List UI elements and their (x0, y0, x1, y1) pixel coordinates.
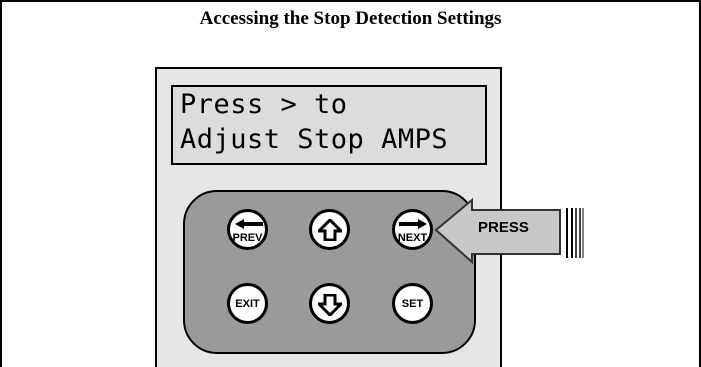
lcd-line-2: Adjust Stop AMPS (180, 124, 449, 155)
set-button[interactable]: SET (392, 283, 433, 324)
up-button[interactable] (309, 209, 350, 250)
right-arrow-icon (399, 219, 427, 229)
left-arrow-icon (235, 219, 263, 229)
prev-button[interactable]: PREV (227, 209, 268, 250)
prev-button-label: PREV (232, 232, 263, 244)
next-button-label: NEXT (397, 232, 428, 244)
next-button[interactable]: NEXT (392, 209, 433, 250)
exit-button[interactable]: EXIT (227, 283, 268, 324)
set-button-label: SET (401, 298, 424, 310)
exit-button-label: EXIT (235, 298, 260, 310)
figure-title: Accessing the Stop Detection Settings (199, 8, 502, 29)
press-callout-label: PRESS (478, 219, 529, 236)
down-arrow-icon (318, 294, 342, 316)
lcd-display: Press > to Adjust Stop AMPS (171, 85, 487, 165)
lcd-line-1: Press > to (180, 89, 348, 120)
up-arrow-icon (318, 219, 342, 241)
down-button[interactable] (309, 283, 350, 324)
